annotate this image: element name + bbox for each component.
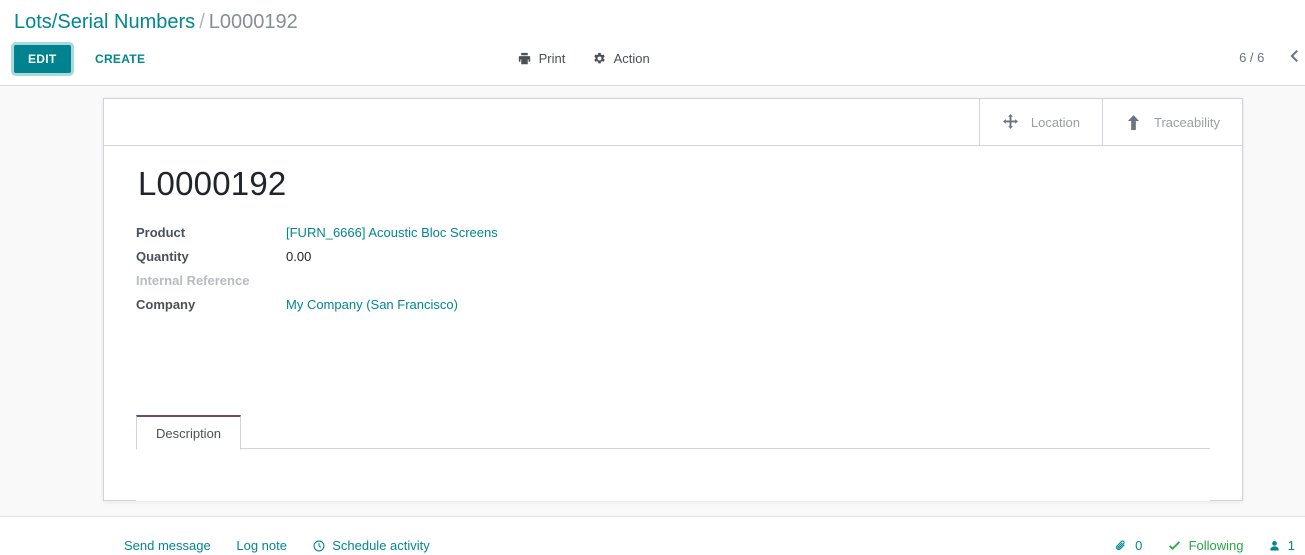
attachment-count-button[interactable]: 0 <box>1115 538 1142 555</box>
field-row-quantity: Quantity 0.00 <box>136 249 498 273</box>
follower-count-button[interactable]: 1 <box>1269 538 1295 555</box>
print-menu-button[interactable]: Print <box>518 51 565 68</box>
record-sheet: Location Traceability L0000192 Product [… <box>103 98 1243 501</box>
pager-previous-button[interactable] <box>1290 50 1298 65</box>
following-button[interactable]: Following <box>1168 538 1244 555</box>
field-row-internal-reference: Internal Reference <box>136 273 498 297</box>
smart-button-traceability-label: Traceability <box>1154 114 1220 130</box>
print-label: Print <box>538 51 566 66</box>
chatter-stats: 0 Following 1 <box>1093 538 1295 555</box>
send-message-button[interactable]: Send message <box>124 538 211 553</box>
clock-icon <box>313 540 329 555</box>
field-label-quantity: Quantity <box>136 249 189 264</box>
field-label-company: Company <box>136 297 196 312</box>
arrows-move-icon <box>1002 113 1019 131</box>
following-label: Following <box>1188 538 1244 553</box>
control-panel-actions: Print Action <box>518 51 674 68</box>
breadcrumb-current: L0000192 <box>208 11 298 33</box>
action-label: Action <box>613 51 650 66</box>
field-row-company: Company My Company (San Francisco) <box>136 297 498 321</box>
notebook-page-description <box>136 449 1210 501</box>
control-panel: Lots/Serial Numbers / L0000192 EDIT CREATE… <box>0 0 1305 86</box>
schedule-activity-button[interactable]: Schedule activity <box>313 538 430 555</box>
attachment-count: 0 <box>1135 538 1143 553</box>
field-group: Product [FURN_6666] Acoustic Bloc Screen… <box>136 225 498 321</box>
edit-button[interactable]: EDIT <box>14 45 71 73</box>
create-button[interactable]: CREATE <box>85 45 155 73</box>
field-value-company[interactable]: My Company (San Francisco) <box>286 297 498 321</box>
field-value-product[interactable]: [FURN_6666] Acoustic Bloc Screens <box>286 225 498 249</box>
form-view-body: Location Traceability L0000192 Product [… <box>0 86 1305 516</box>
user-icon <box>1269 540 1284 555</box>
log-note-button[interactable]: Log note <box>236 538 287 553</box>
field-value-internal-reference <box>286 273 498 297</box>
breadcrumb: Lots/Serial Numbers / L0000192 <box>14 9 298 36</box>
tab-description[interactable]: Description <box>136 415 242 450</box>
pager-count[interactable]: 6 / 6 <box>1239 50 1264 65</box>
field-value-quantity: 0.00 <box>286 249 312 264</box>
breadcrumb-separator: / <box>199 11 205 33</box>
field-label-internal-reference: Internal Reference <box>136 273 250 288</box>
printer-icon <box>518 52 535 68</box>
action-menu-button[interactable]: Action <box>593 51 650 68</box>
smart-button-location-label: Location <box>1030 114 1081 130</box>
smart-button-box: Location Traceability <box>978 99 1242 145</box>
notebook-tab-headers: Description <box>136 415 1210 450</box>
follower-count: 1 <box>1287 538 1295 553</box>
field-row-product: Product [FURN_6666] Acoustic Bloc Screen… <box>136 225 498 249</box>
gear-icon <box>593 52 610 68</box>
chatter: Send message Log note Schedule activity … <box>0 516 1305 553</box>
pager: 6 / 6 <box>1239 50 1298 65</box>
smart-button-location[interactable]: Location <box>978 99 1103 145</box>
check-icon <box>1168 540 1185 555</box>
smart-button-traceability[interactable]: Traceability <box>1102 99 1242 145</box>
control-panel-buttons: EDIT CREATE <box>14 45 155 73</box>
breadcrumb-root-link[interactable]: Lots/Serial Numbers <box>14 11 195 33</box>
arrow-up-icon <box>1125 114 1142 131</box>
chatter-actions: Send message Log note Schedule activity <box>124 538 452 555</box>
paperclip-icon <box>1115 540 1131 555</box>
record-title: L0000192 <box>138 165 287 202</box>
field-label-product: Product <box>136 225 186 240</box>
notebook: Description <box>136 415 1210 501</box>
schedule-activity-label: Schedule activity <box>332 538 430 553</box>
sheet-content: L0000192 Product [FURN_6666] Acoustic Bl… <box>104 146 1242 321</box>
